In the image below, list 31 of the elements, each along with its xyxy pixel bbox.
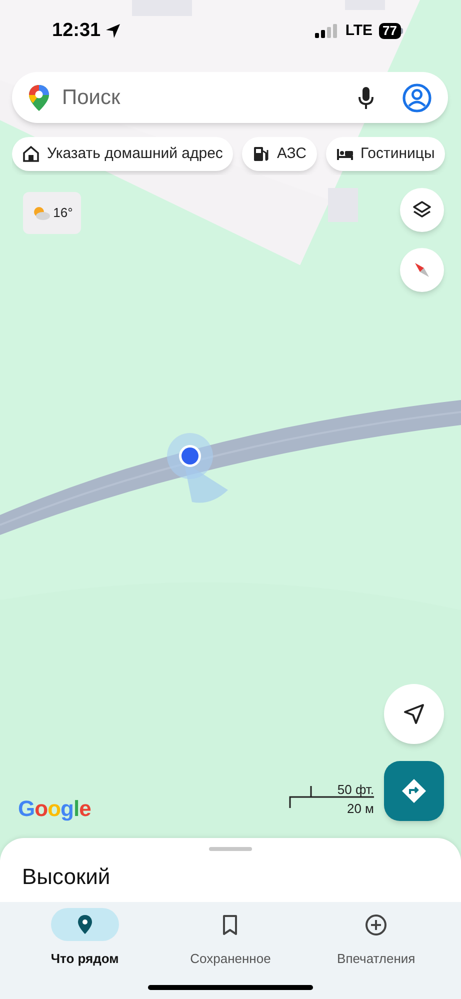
- plus-circle-icon: [364, 912, 388, 936]
- battery-indicator: 77: [378, 23, 403, 39]
- scale-imperial-label: 50 фт.: [337, 781, 374, 799]
- home-icon: [22, 145, 40, 163]
- filter-chip[interactable]: Гостиницы: [326, 137, 445, 171]
- nav-tab[interactable]: Сохраненное: [165, 908, 296, 999]
- network-label: LTE: [345, 20, 373, 41]
- filter-chip[interactable]: Указать домашний адрес: [12, 137, 233, 171]
- status-time: 12:31: [52, 18, 101, 43]
- filter-chip[interactable]: АЗС: [242, 137, 316, 171]
- fuel-pump-icon: [252, 145, 270, 163]
- map-pin-logo-icon: [28, 84, 50, 112]
- layers-icon: [412, 200, 432, 220]
- account-icon[interactable]: [402, 82, 432, 112]
- signal-icon: [315, 24, 340, 38]
- search-bar[interactable]: Поиск: [12, 72, 448, 123]
- scale-metric-label: 20 м: [346, 800, 374, 818]
- location-arrow-icon: [104, 23, 121, 39]
- directions-button[interactable]: [384, 761, 444, 821]
- nav-tab[interactable]: Что рядом: [20, 908, 150, 999]
- google-logo: Google: [18, 795, 91, 823]
- weather-badge[interactable]: 16°: [23, 192, 81, 234]
- microphone-icon[interactable]: [358, 86, 374, 110]
- partly-cloudy-icon: [31, 206, 52, 220]
- search-placeholder: Поиск: [62, 84, 122, 111]
- drag-handle[interactable]: [209, 847, 252, 851]
- compass-icon: [412, 260, 432, 280]
- navigation-arrow-icon: [403, 703, 425, 725]
- directions-icon: [400, 777, 428, 805]
- sheet-title: Высокий: [22, 864, 110, 889]
- nav-tab[interactable]: Впечатления: [311, 908, 442, 999]
